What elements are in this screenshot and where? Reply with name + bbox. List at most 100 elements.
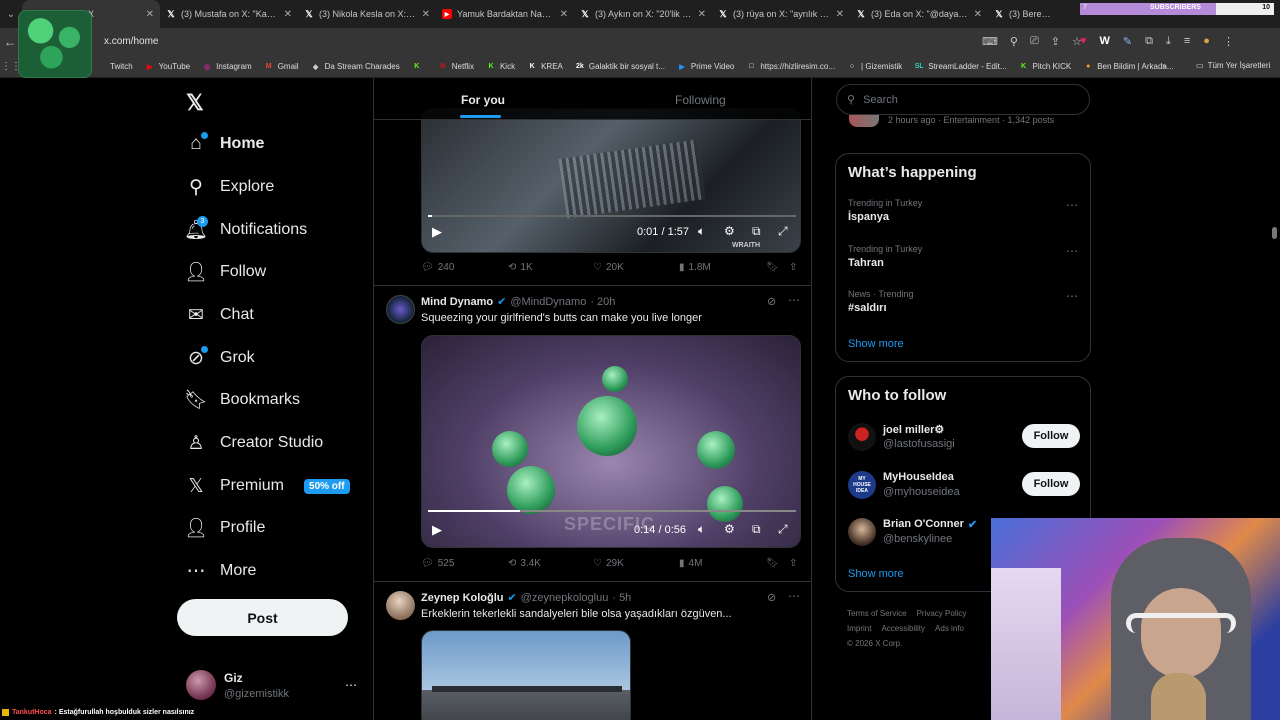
more-options-icon[interactable]: ⋯: [788, 589, 800, 603]
bookmark-item[interactable]: K: [406, 62, 432, 72]
nav-item-chat[interactable]: ✉ Chat: [186, 305, 254, 326]
download-icon[interactable]: ⤓: [1166, 35, 1171, 48]
more-options-icon[interactable]: ⋯: [788, 293, 800, 307]
bookmark-item[interactable]: ▶ YouTube: [139, 62, 196, 72]
bookmark-item[interactable]: M Gmail: [258, 62, 305, 72]
back-icon[interactable]: ←: [0, 35, 20, 49]
bookmark-item[interactable]: Twitch: [90, 62, 139, 72]
footer-link[interactable]: Terms of Service: [847, 609, 907, 618]
post-media[interactable]: [421, 630, 631, 720]
post-time[interactable]: · 20h: [590, 296, 615, 308]
settings-icon[interactable]: ⚙: [724, 224, 735, 238]
browser-tab[interactable]: 𝕏 (3) Nikola Kesla on X: "Tar ✕: [298, 0, 436, 28]
views-button[interactable]: ▮ 1.8M: [679, 262, 711, 273]
extension-icon[interactable]: W: [1100, 35, 1110, 48]
bookmark-item[interactable]: ◎ Instagram: [196, 62, 258, 72]
browser-tab[interactable]: 𝕏 (3) Aykın on X: "20'lik dişi ✕: [574, 0, 712, 28]
show-more-link[interactable]: Show more: [848, 338, 904, 350]
browser-tab[interactable]: 𝕏 (3) Beren💛💗 on X:: [988, 0, 1058, 28]
bookmark-item[interactable]: N Netflix: [432, 62, 480, 72]
author-name[interactable]: Zeynep Koloğlu: [421, 592, 504, 604]
x-logo-icon[interactable]: 𝕏: [186, 90, 204, 116]
menu-icon[interactable]: ⋮: [1223, 35, 1234, 48]
reply-button[interactable]: 💬︎ 240: [421, 262, 454, 273]
avatar[interactable]: [186, 670, 216, 700]
nav-item-grok[interactable]: ⊘ Grok: [186, 346, 255, 369]
all-bookmarks[interactable]: ▭ Tüm Yer İşaretleri: [1190, 61, 1276, 70]
video-progress-track[interactable]: [428, 510, 796, 512]
nav-item-more[interactable]: ⋯ More: [186, 561, 257, 582]
volume-icon[interactable]: 🔈︎: [698, 224, 705, 239]
avatar[interactable]: [848, 518, 876, 546]
more-options-icon[interactable]: ⋯: [1066, 244, 1078, 258]
post-time[interactable]: · 5h: [612, 592, 631, 604]
author-handle[interactable]: @MindDynamo: [510, 296, 586, 308]
close-tab-icon[interactable]: ✕: [422, 9, 430, 20]
suggestion-handle[interactable]: @benskylinee: [883, 533, 952, 545]
avatar[interactable]: [848, 423, 876, 451]
pip-icon[interactable]: ⧉: [752, 224, 761, 239]
bookmark-item[interactable]: SL StreamLadder - Edit...: [908, 62, 1012, 72]
trend-item[interactable]: News · Trending #saldırı ⋯: [848, 289, 1078, 314]
grok-icon[interactable]: ⊘: [767, 295, 776, 308]
close-tab-icon[interactable]: ✕: [974, 9, 982, 20]
footer-link[interactable]: Accessibility: [881, 624, 925, 633]
url-field[interactable]: x.com/home: [104, 36, 158, 47]
account-menu-icon[interactable]: ⋯: [345, 678, 357, 692]
bookmark-item[interactable]: 2k Galaktik bir sosyal t...: [569, 62, 671, 72]
translate-icon[interactable]: ⌨: [982, 35, 998, 48]
close-tab-icon[interactable]: ✕: [698, 9, 706, 20]
play-icon[interactable]: ▶: [432, 224, 442, 240]
bookmark-icon[interactable]: 🔖︎: [766, 558, 779, 569]
nav-item-notifications[interactable]: 🔔︎ 3 Notifications: [184, 216, 307, 241]
bookmark-item[interactable]: K KREA: [521, 62, 569, 72]
browser-tab[interactable]: 𝕏 (3) Eda on X: "@dayagiye ✕: [850, 0, 988, 28]
bookmark-item[interactable]: ○ | Gizemistik: [841, 62, 908, 72]
suggestion-name-row[interactable]: Brian O'Conner ✔: [883, 518, 977, 531]
trend-item[interactable]: Trending in Turkey İspanya ⋯: [848, 198, 1078, 223]
repost-button[interactable]: ⟲ 3.4K: [508, 558, 541, 569]
avatar[interactable]: [386, 295, 415, 324]
share-icon[interactable]: ⇧: [789, 558, 797, 569]
settings-icon[interactable]: ⚙: [724, 522, 735, 536]
nav-item-bookmarks[interactable]: 🔖︎ Bookmarks: [184, 390, 300, 411]
suggestion-handle[interactable]: @myhouseidea: [883, 486, 960, 498]
profile-avatar-icon[interactable]: ●: [1203, 35, 1210, 48]
play-icon[interactable]: ▶: [432, 522, 442, 538]
close-tab-icon[interactable]: ✕: [284, 9, 292, 20]
suggestion-name[interactable]: joel miller⚙: [883, 423, 944, 436]
pip-icon[interactable]: ⧉: [752, 522, 761, 537]
like-button[interactable]: ♡ 20K: [593, 262, 624, 273]
nav-item-premium[interactable]: 𝕏 Premium 50% off: [186, 476, 350, 497]
close-tab-icon[interactable]: ✕: [560, 9, 568, 20]
suggestion-handle[interactable]: @lastofusasigi: [883, 438, 955, 450]
video-player[interactable]: SPECIFIC ▶ 0:14 / 0:56 🔈︎ ⚙ ⧉ ⤢: [421, 335, 801, 548]
nav-item-home[interactable]: ⌂ Home: [186, 132, 264, 154]
bookmark-item[interactable]: K Kick: [480, 62, 521, 72]
nav-item-explore[interactable]: ⚲ Explore: [186, 177, 274, 198]
author-handle[interactable]: @zeynepkologluu: [521, 592, 609, 604]
tab-for-you[interactable]: For you: [461, 93, 505, 107]
cast-icon[interactable]: ⎚: [1030, 35, 1039, 48]
close-tab-icon[interactable]: ✕: [146, 9, 154, 20]
extension-icon[interactable]: ♥: [1080, 35, 1087, 48]
fullscreen-icon[interactable]: ⤢: [778, 522, 788, 537]
bookmark-item[interactable]: □ https://hizliresim.co...: [740, 62, 841, 72]
footer-link[interactable]: Ads info: [935, 624, 964, 633]
nav-item-profile[interactable]: 👤︎ Profile: [184, 518, 265, 539]
footer-link[interactable]: Privacy Policy: [917, 609, 967, 618]
repost-button[interactable]: ⟲ 1K: [508, 262, 533, 273]
bookmark-item[interactable]: ▶ Prime Video: [671, 62, 740, 72]
share-icon[interactable]: ⇪: [1051, 35, 1060, 48]
browser-tab[interactable]: 𝕏 (3) rüya on X: "ayrılık ss'i c ✕: [712, 0, 850, 28]
nav-item-creator-studio[interactable]: ♙ Creator Studio: [186, 433, 323, 454]
share-icon[interactable]: ⇧: [789, 262, 797, 273]
bookmark-item[interactable]: K Pitch KICK: [1013, 62, 1078, 72]
media-icon[interactable]: ≡: [1184, 35, 1190, 48]
fullscreen-icon[interactable]: ⤢: [778, 224, 788, 239]
grok-icon[interactable]: ⊘: [767, 591, 776, 604]
video-player[interactable]: ▶ 0:01 / 1:57 🔈︎ ⚙ ⧉ ⤢ WRAITH: [421, 108, 801, 253]
extensions-puzzle-icon[interactable]: ⧉: [1145, 35, 1153, 48]
like-button[interactable]: ♡ 29K: [593, 558, 624, 569]
more-options-icon[interactable]: ⋯: [1066, 289, 1078, 303]
